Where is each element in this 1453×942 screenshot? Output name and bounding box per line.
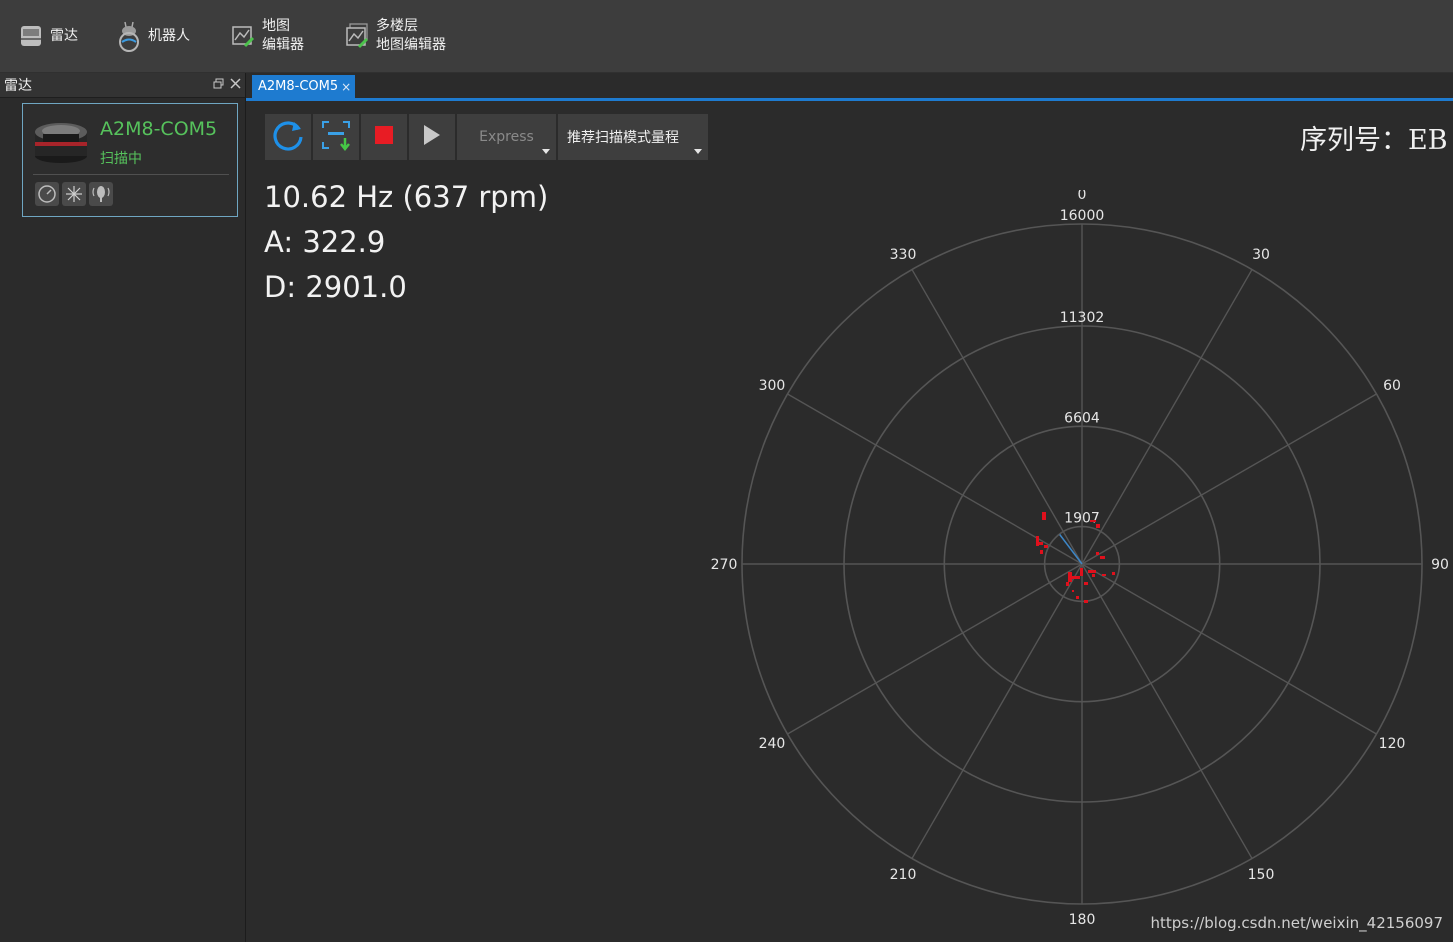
scan-point [1084,582,1088,585]
scan-point [1088,570,1096,573]
device-card[interactable]: A2M8-COM5 扫描中 [22,103,238,217]
refresh-icon [270,117,306,157]
angle-label: 150 [1248,867,1275,883]
angle-label: 60 [1383,378,1401,394]
angle-spoke [1081,563,1377,735]
scan-point [1066,582,1069,586]
range-ring-label: 16000 [1060,208,1105,224]
device-status: 扫描中 [100,151,142,167]
lidar-icon [18,21,44,51]
document-tab-bar: A2M8-COM5 × [246,73,1453,101]
tab-a2m8-com5[interactable]: A2M8-COM5 × [252,75,356,98]
scan-point [1096,552,1099,555]
scan-point [1072,590,1074,592]
scan-point [1096,524,1100,528]
ribbon-multi-floor-editor-label: 多楼层 地图编辑器 [376,18,446,53]
range-ring-label: 6604 [1064,410,1100,426]
scan-pointer [1059,534,1083,565]
ribbon: 雷达 机器人 地图 编辑器 多楼层 地图编辑器 [0,0,1453,73]
ribbon-map-editor-label: 地图 编辑器 [262,18,304,53]
ribbon-multi-floor-editor-button[interactable]: 多楼层 地图编辑器 [344,14,446,58]
scan-toolbar: Express 推荐扫描模式量程 [265,114,708,160]
scan-point [1102,574,1106,576]
angle-spoke [787,563,1083,735]
scan-point [1042,512,1046,520]
restart-scan-button[interactable] [265,114,311,160]
angle-label: 120 [1379,736,1406,752]
scan-point [1068,572,1072,582]
angle-spoke [1081,269,1253,565]
scan-point [1076,596,1079,599]
scan-point [1080,568,1083,576]
gauge-icon[interactable] [35,182,59,206]
angle-label: 330 [890,247,917,263]
scan-point [1040,550,1043,554]
angle-label: 90 [1431,557,1449,573]
range-ring-label: 11302 [1060,310,1105,326]
scan-point [1044,545,1048,548]
tab-close-icon[interactable]: × [341,80,351,94]
angle-spoke [911,563,1083,859]
float-panel-icon[interactable] [213,78,224,93]
scan-point [1036,536,1039,546]
chevron-down-icon [542,149,550,154]
device-name: A2M8-COM5 [100,118,218,140]
chevron-down-icon [694,149,702,154]
multi-floor-map-editor-icon [344,21,370,51]
signal-icon[interactable] [89,182,113,206]
scan-burst-icon[interactable] [62,182,86,206]
scan-point [1072,576,1080,579]
angle-label: 270 [711,557,738,573]
device-tools [35,182,113,206]
scan-point [1084,600,1088,603]
lidar-panel: 雷达 A2M8-COM5 扫描中 [0,73,246,942]
stop-icon [374,125,394,149]
angle-label: 210 [890,867,917,883]
record-scan-button[interactable] [313,114,359,160]
scan-point [1112,572,1115,575]
angle-label: 0 [1078,190,1087,203]
scan-point [1090,520,1096,522]
frequency-readout: 10.62 Hz (637 rpm) [264,180,549,214]
serial-number-label: 序列号：EB [1300,125,1448,156]
ribbon-robot-label: 机器人 [148,27,190,44]
record-scan-icon [319,118,353,156]
range-ring-label: 1907 [1064,511,1100,527]
panel-header: 雷达 [0,73,245,98]
distance-readout: D: 2901.0 [264,270,407,304]
ribbon-robot-button[interactable]: 机器人 [116,14,190,58]
angle-label: 30 [1252,247,1270,263]
scan-mode-dropdown[interactable]: Express [457,114,556,160]
ribbon-lidar-label: 雷达 [50,27,78,44]
polar-scan-plot: 1907 6604 11302 16000 0 30 60 90 120 150 180 210 240… [711,190,1449,928]
ribbon-lidar-button[interactable]: 雷达 [18,14,78,58]
play-button[interactable] [409,114,455,160]
tab-label: A2M8-COM5 [258,79,339,94]
play-icon [422,124,442,150]
scan-range-dropdown[interactable]: 推荐扫描模式量程 [558,114,708,160]
watermark: https://blog.csdn.net/weixin_42156097 [1150,914,1443,932]
robot-icon [116,21,142,52]
close-panel-icon[interactable] [230,77,241,93]
angle-label: 180 [1069,912,1096,928]
scan-point [1100,556,1105,559]
card-divider [33,174,229,175]
angle-label: 300 [759,378,786,394]
map-editor-icon [230,21,256,51]
scan-point [1092,574,1095,577]
stop-button[interactable] [361,114,407,160]
scan-range-value: 推荐扫描模式量程 [567,130,679,146]
angle-spoke [911,269,1083,565]
scan-mode-value: Express [479,129,534,145]
angle-spoke [1081,563,1253,859]
angle-label: 240 [759,736,786,752]
lidar-device-image [33,118,89,164]
angle-readout: A: 322.9 [264,225,386,259]
panel-title: 雷达 [4,78,32,94]
ribbon-map-editor-button[interactable]: 地图 编辑器 [230,14,304,58]
angle-spoke [1081,393,1377,565]
